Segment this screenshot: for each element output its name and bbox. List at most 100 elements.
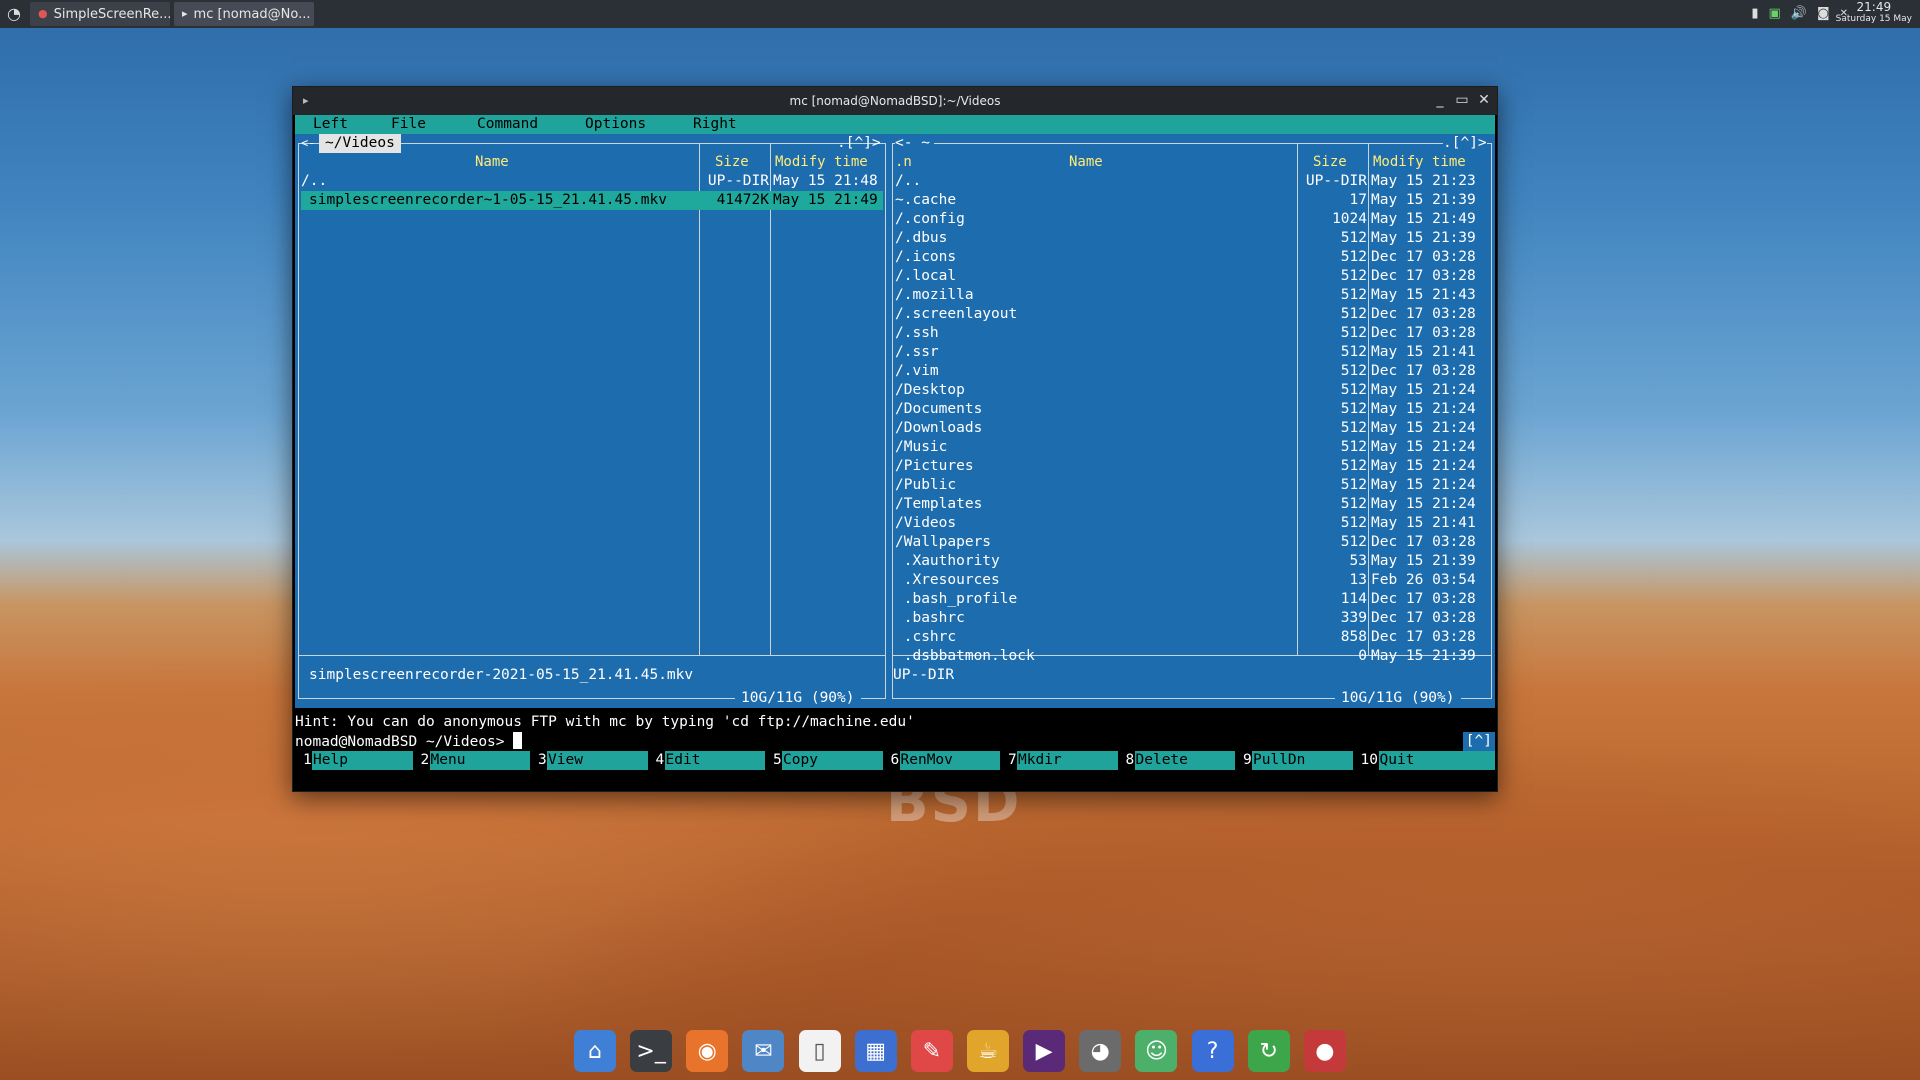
file-row[interactable]: /Public 512 May 15 21:24 <box>889 476 1495 495</box>
menu-left[interactable]: Left <box>313 115 348 134</box>
file-row[interactable]: .bashrc 339 Dec 17 03:28 <box>889 609 1495 628</box>
file-row[interactable]: .Xauthority 53 May 15 21:39 <box>889 552 1495 571</box>
terminal-content[interactable]: Left File Command Options Right <- ~/Vid… <box>295 115 1495 791</box>
fkey-menu[interactable]: 2 Menu <box>421 751 539 770</box>
update-icon[interactable]: ↻ <box>1247 1030 1290 1072</box>
file-name: /Music <box>895 439 948 455</box>
file-row[interactable]: /.. UP--DIR May 15 21:48 <box>295 172 889 191</box>
column-header-name[interactable]: Name <box>1069 153 1103 172</box>
file-row[interactable]: .Xresources 13 Feb 26 03:54 <box>889 571 1495 590</box>
battery-icon[interactable]: ▣ <box>1769 4 1781 24</box>
column-header-sort[interactable]: .n <box>895 153 912 172</box>
file-mtime: May 15 21:24 <box>1371 401 1476 417</box>
file-row[interactable]: /.ssr 512 May 15 21:41 <box>889 343 1495 362</box>
fkey-copy[interactable]: 5 Copy <box>773 751 891 770</box>
help-icon[interactable]: ? <box>1191 1030 1234 1072</box>
file-row[interactable]: /Videos 512 May 15 21:41 <box>889 514 1495 533</box>
disk-usage: 10G/11G (90%) <box>1335 689 1461 708</box>
file-row[interactable]: /Documents 512 May 15 21:24 <box>889 400 1495 419</box>
fkey-delete[interactable]: 8 Delete <box>1126 751 1244 770</box>
left-panel[interactable]: <- ~/Videos .[^]> Name Size Modify time … <box>295 134 889 708</box>
terminal-icon[interactable]: >_ <box>630 1030 673 1072</box>
volume-icon[interactable]: 🔊 <box>1791 4 1807 24</box>
file-row[interactable]: /Templates 512 May 15 21:24 <box>889 495 1495 514</box>
file-row[interactable]: /Pictures 512 May 15 21:24 <box>889 457 1495 476</box>
file-size: 512 <box>1340 230 1367 246</box>
pidgin-icon[interactable]: ☺ <box>1135 1030 1178 1072</box>
gimp-icon[interactable]: ◕ <box>1079 1030 1122 1072</box>
file-size: 512 <box>1340 268 1367 284</box>
window-titlebar[interactable]: ▸ mc [nomad@NomadBSD]:~/Videos _ ▭ ✕ <box>293 87 1497 115</box>
menu-right[interactable]: Right <box>693 115 737 134</box>
fkey-edit[interactable]: 4 Edit <box>656 751 774 770</box>
file-row[interactable]: /.dbus 512 May 15 21:39 <box>889 229 1495 248</box>
app-menu-icon[interactable]: ◔ <box>4 4 24 24</box>
menu-command[interactable]: Command <box>477 115 538 134</box>
file-row[interactable]: /.config 1024 May 15 21:49 <box>889 210 1495 229</box>
file-row[interactable]: /Desktop 512 May 15 21:24 <box>889 381 1495 400</box>
command-prompt[interactable]: nomad@NomadBSD ~/Videos> <box>295 732 1495 751</box>
maximize-icon[interactable]: ▭ <box>1453 91 1471 109</box>
column-header-mtime[interactable]: Modify time <box>775 153 868 172</box>
calculator-icon[interactable]: ▦ <box>854 1030 897 1072</box>
usb-icon[interactable]: ▮ <box>1751 4 1758 24</box>
package-manager-icon[interactable]: ☕ <box>966 1030 1009 1072</box>
file-row[interactable]: /Wallpapers 512 Dec 17 03:28 <box>889 533 1495 552</box>
file-mtime: May 15 21:39 <box>1371 192 1476 208</box>
file-row[interactable]: /Music 512 May 15 21:24 <box>889 438 1495 457</box>
close-icon[interactable]: ✕ <box>1475 91 1493 109</box>
fkey-view[interactable]: 3 View <box>538 751 656 770</box>
file-row[interactable]: /.screenlayout 512 Dec 17 03:28 <box>889 305 1495 324</box>
panel-status: simplescreenrecorder-2021-05-15_21.41.45… <box>309 667 694 683</box>
file-row[interactable]: /Downloads 512 May 15 21:24 <box>889 419 1495 438</box>
panel-path[interactable]: ~/Videos <box>319 134 401 153</box>
taskbar-item-screenrecorder[interactable]: ● SimpleScreenRe... <box>30 2 170 26</box>
file-row[interactable]: .cshrc 858 Dec 17 03:28 <box>889 628 1495 647</box>
file-name: /Public <box>895 477 957 493</box>
menu-options[interactable]: Options <box>585 115 646 134</box>
camera-icon[interactable]: ◙ <box>1817 4 1830 24</box>
subshell-toggle-button[interactable]: [^] <box>1462 732 1495 751</box>
file-row[interactable]: /.. UP--DIR May 15 21:23 <box>889 172 1495 191</box>
file-size: 53 <box>1349 553 1367 569</box>
column-header-name[interactable]: Name <box>475 153 509 172</box>
thunderbird-icon[interactable]: ✉ <box>742 1030 785 1072</box>
fkey-renmov[interactable]: 6 RenMov <box>891 751 1009 770</box>
file-row[interactable]: .dsbbatmon.lock 0 May 15 21:39 <box>889 647 1495 666</box>
system-tray: ▮ ▣ 🔊 ◙ ✕ <box>1751 4 1848 24</box>
clock[interactable]: 21:49 Saturday 15 May <box>1836 1 1912 25</box>
file-row[interactable]: /.ssh 512 Dec 17 03:28 <box>889 324 1495 343</box>
column-header-size[interactable]: Size <box>715 153 749 172</box>
menu-file[interactable]: File <box>391 115 426 134</box>
minimize-icon[interactable]: _ <box>1431 91 1449 109</box>
fkey-help[interactable]: 1 Help <box>303 751 421 770</box>
fkey-label: RenMov <box>899 751 1000 770</box>
file-name: /Documents <box>895 401 983 417</box>
file-row[interactable]: /.vim 512 Dec 17 03:28 <box>889 362 1495 381</box>
media-player-icon[interactable]: ▶ <box>1023 1030 1066 1072</box>
text-editor-icon[interactable]: ✎ <box>910 1030 953 1072</box>
right-panel[interactable]: <- ~ .[^]> .n Name Size Modify time /.. U… <box>889 134 1495 708</box>
file-mtime: May 15 21:24 <box>1371 458 1476 474</box>
file-mtime: May 15 21:41 <box>1371 515 1476 531</box>
file-row[interactable]: /.mozilla 512 May 15 21:43 <box>889 286 1495 305</box>
home-folder-icon[interactable]: ⌂ <box>574 1030 616 1072</box>
firefox-icon[interactable]: ◉ <box>686 1030 729 1072</box>
file-row-selected[interactable]: simplescreenrecorder~1-05-15_21.41.45.mk… <box>301 191 883 210</box>
fkey-mkdir[interactable]: 7 Mkdir <box>1008 751 1126 770</box>
column-header-mtime[interactable]: Modify time <box>1373 153 1466 172</box>
file-row[interactable]: /.icons 512 Dec 17 03:28 <box>889 248 1495 267</box>
file-row[interactable]: .bash_profile 114 Dec 17 03:28 <box>889 590 1495 609</box>
file-row[interactable]: ~.cache 17 May 15 21:39 <box>889 191 1495 210</box>
panel-history-button[interactable]: .[^]> <box>1443 134 1487 153</box>
screen-recorder-icon[interactable]: ● <box>1303 1030 1346 1072</box>
panel-path[interactable]: <- ~ <box>895 134 934 153</box>
column-header-size[interactable]: Size <box>1313 153 1347 172</box>
file-row[interactable]: /.local 512 Dec 17 03:28 <box>889 267 1495 286</box>
fkey-quit[interactable]: 10 Quit <box>1361 751 1495 770</box>
text-document-icon[interactable]: ▯ <box>798 1030 841 1072</box>
panel-history-button[interactable]: .[^]> <box>837 134 881 153</box>
fkey-pulldn[interactable]: 9 PullDn <box>1243 751 1361 770</box>
file-name: .cshrc <box>895 629 957 645</box>
taskbar-item-mc[interactable]: ▸ mc [nomad@No... <box>174 2 314 26</box>
